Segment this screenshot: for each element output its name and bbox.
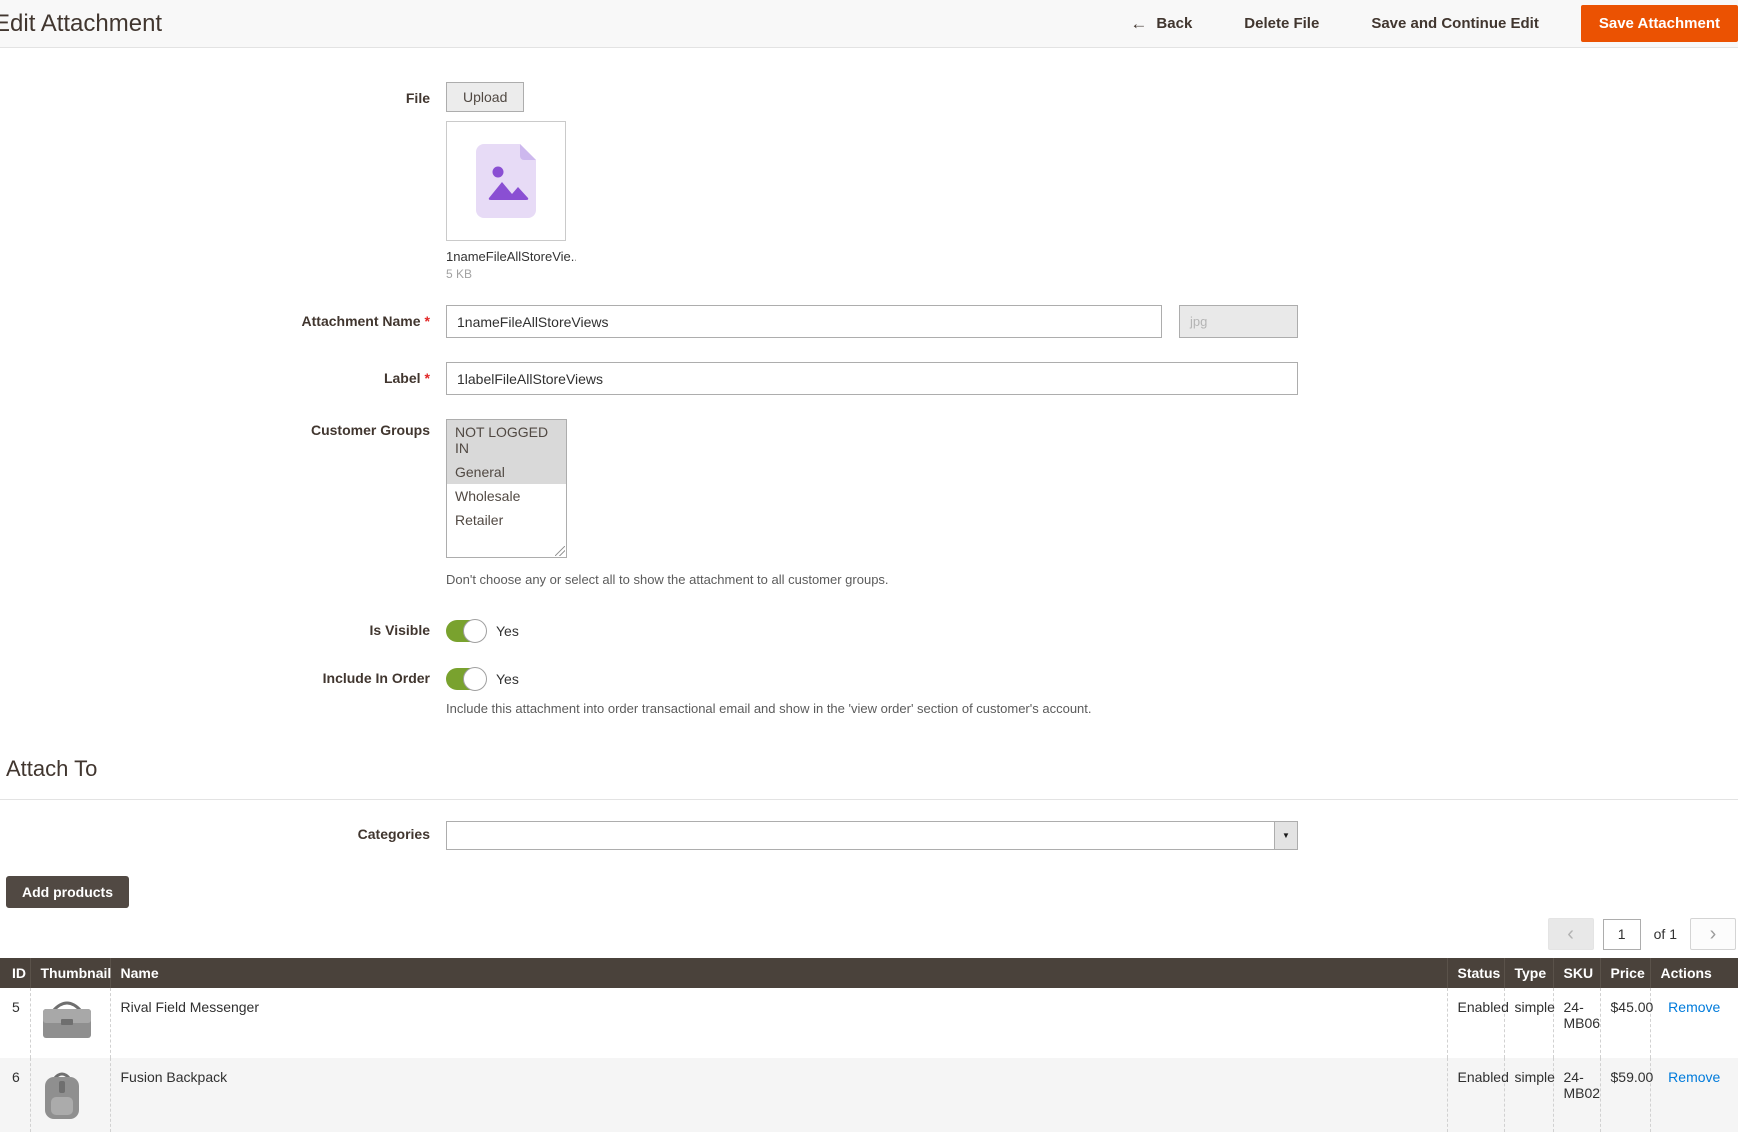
attachment-name-input[interactable] — [446, 305, 1162, 338]
resize-handle-icon[interactable] — [555, 546, 565, 556]
column-header-actions[interactable]: Actions — [1650, 958, 1738, 988]
label-row: Label* — [0, 362, 1738, 395]
image-file-icon — [476, 144, 536, 218]
attachment-name-label: Attachment Name* — [0, 305, 446, 338]
back-button-label: Back — [1156, 15, 1192, 32]
back-arrow-icon: ← — [1130, 15, 1147, 32]
cell-name: Fusion Backpack — [110, 1058, 1447, 1132]
cell-price: $45.00 — [1600, 988, 1650, 1058]
chevron-down-icon: ▼ — [1282, 831, 1290, 840]
customer-groups-label: Customer Groups — [0, 419, 446, 587]
cell-sku: 24-MB02 — [1553, 1058, 1600, 1132]
chevron-left-icon: ‹ — [1567, 924, 1574, 944]
pagination: ‹ of 1 › — [0, 918, 1736, 950]
cell-type: simple — [1504, 988, 1553, 1058]
customer-groups-row: Customer Groups NOT LOGGED IN General Wh… — [0, 419, 1738, 587]
file-name: 1nameFileAllStoreVie... — [446, 249, 576, 264]
required-asterisk: * — [425, 370, 430, 386]
file-row: File Upload 1nameFileAllStoreVie... 5 KB — [0, 82, 1738, 281]
customer-group-option[interactable]: Wholesale — [447, 484, 566, 508]
is-visible-toggle[interactable] — [446, 620, 485, 642]
save-and-continue-label: Save and Continue Edit — [1371, 15, 1539, 32]
previous-page-button[interactable]: ‹ — [1548, 918, 1594, 950]
toggle-knob — [463, 667, 487, 691]
customer-groups-note: Don't choose any or select all to show t… — [446, 572, 1738, 587]
table-row: 6 Fusion Backpack Enabled simple 24-MB02… — [0, 1058, 1738, 1132]
is-visible-state: Yes — [496, 623, 519, 639]
toggle-knob — [463, 619, 487, 643]
product-thumbnail-backpack — [41, 1069, 83, 1121]
attach-to-heading: Attach To — [6, 756, 1738, 782]
attachment-name-row: Attachment Name* jpg — [0, 305, 1738, 338]
include-in-order-label: Include In Order — [0, 668, 446, 716]
is-visible-label: Is Visible — [0, 620, 446, 642]
is-visible-row: Is Visible Yes — [0, 620, 1738, 642]
cell-status: Enabled — [1447, 988, 1504, 1058]
cell-id: 5 — [0, 988, 30, 1058]
page-count-label: of 1 — [1654, 926, 1677, 942]
remove-product-link[interactable]: Remove — [1668, 1069, 1720, 1085]
categories-label: Categories — [0, 821, 446, 850]
cell-type: simple — [1504, 1058, 1553, 1132]
customer-group-option[interactable]: Retailer — [447, 508, 566, 532]
table-row: 5 Rival Field Messenger Enabled simple 2… — [0, 988, 1738, 1058]
page-header: Edit Attachment ← Back Delete File Save … — [0, 0, 1738, 48]
products-table: ID Thumbnail Name Status Type SKU Price … — [0, 958, 1738, 1132]
page-number-input[interactable] — [1603, 919, 1641, 950]
include-in-order-toggle[interactable] — [446, 668, 485, 690]
customer-group-option[interactable]: NOT LOGGED IN — [447, 420, 566, 460]
delete-file-label: Delete File — [1244, 15, 1319, 32]
file-thumbnail-card[interactable] — [446, 121, 566, 241]
section-divider — [0, 799, 1738, 800]
cell-actions: Remove — [1650, 988, 1738, 1058]
required-asterisk: * — [425, 313, 430, 329]
cell-actions: Remove — [1650, 1058, 1738, 1132]
column-header-status[interactable]: Status — [1447, 958, 1504, 988]
cell-sku: 24-MB06 — [1553, 988, 1600, 1058]
include-in-order-note: Include this attachment into order trans… — [446, 701, 1738, 716]
table-header-row: ID Thumbnail Name Status Type SKU Price … — [0, 958, 1738, 988]
column-header-sku[interactable]: SKU — [1553, 958, 1600, 988]
cell-thumbnail — [30, 1058, 110, 1132]
customer-groups-listbox[interactable]: NOT LOGGED IN General Wholesale Retailer — [446, 419, 567, 558]
cell-name: Rival Field Messenger — [110, 988, 1447, 1058]
column-header-thumbnail[interactable]: Thumbnail — [30, 958, 110, 988]
include-in-order-row: Include In Order Yes Include this attach… — [0, 668, 1738, 716]
file-size: 5 KB — [446, 267, 1738, 281]
page-title: Edit Attachment — [0, 10, 162, 38]
include-in-order-state: Yes — [496, 671, 519, 687]
product-thumbnail-messenger-bag — [41, 999, 93, 1041]
chevron-right-icon: › — [1710, 924, 1717, 944]
save-attachment-button[interactable]: Save Attachment — [1581, 5, 1738, 42]
categories-row: Categories ▼ — [0, 821, 1738, 850]
attachment-form: File Upload 1nameFileAllStoreVie... 5 KB… — [0, 48, 1738, 716]
label-input[interactable] — [446, 362, 1298, 395]
next-page-button[interactable]: › — [1690, 918, 1736, 950]
column-header-name[interactable]: Name — [110, 958, 1447, 988]
file-extension-box: jpg — [1179, 305, 1298, 338]
categories-select: ▼ — [446, 821, 1298, 850]
categories-input[interactable] — [446, 821, 1298, 850]
column-header-type[interactable]: Type — [1504, 958, 1553, 988]
column-header-id[interactable]: ID — [0, 958, 30, 988]
header-actions: ← Back Delete File Save and Continue Edi… — [1104, 5, 1738, 42]
cell-id: 6 — [0, 1058, 30, 1132]
column-header-price[interactable]: Price — [1600, 958, 1650, 988]
cell-price: $59.00 — [1600, 1058, 1650, 1132]
customer-group-option[interactable]: General — [447, 460, 566, 484]
label-field-label: Label* — [0, 362, 446, 395]
save-and-continue-button[interactable]: Save and Continue Edit — [1345, 15, 1565, 32]
add-products-button[interactable]: Add products — [6, 876, 129, 908]
back-button[interactable]: ← Back — [1104, 15, 1218, 32]
categories-dropdown-button[interactable]: ▼ — [1274, 821, 1298, 850]
cell-status: Enabled — [1447, 1058, 1504, 1132]
file-label: File — [0, 82, 446, 281]
upload-button[interactable]: Upload — [446, 82, 524, 112]
remove-product-link[interactable]: Remove — [1668, 999, 1720, 1015]
cell-thumbnail — [30, 988, 110, 1058]
delete-file-button[interactable]: Delete File — [1218, 15, 1345, 32]
